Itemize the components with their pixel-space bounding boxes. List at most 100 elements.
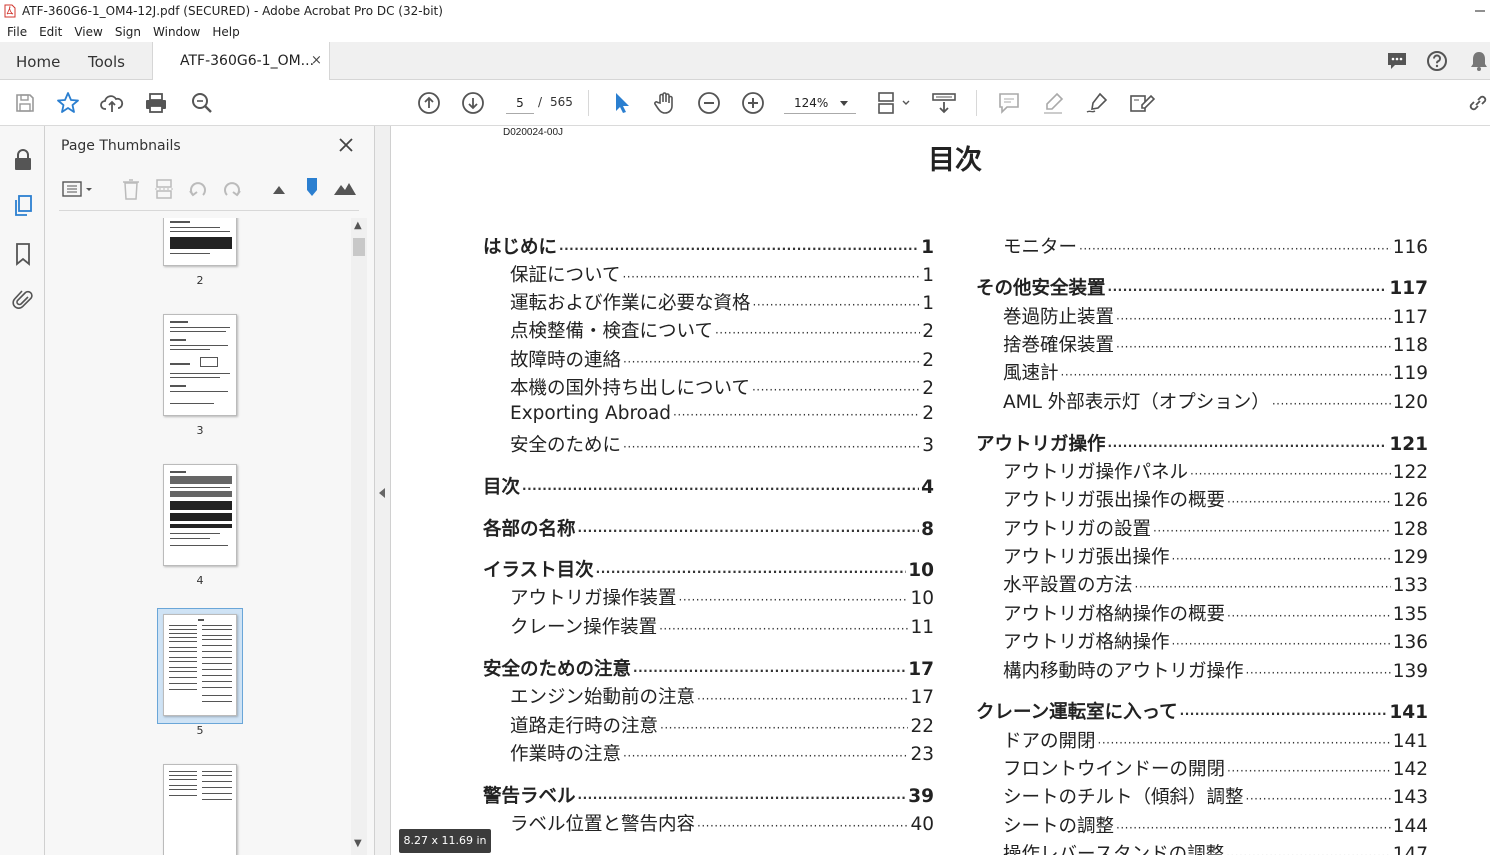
toc-entry[interactable]: 構内移動時のアウトリガ操作 139 — [1003, 657, 1428, 683]
menu-edit[interactable]: Edit — [32, 25, 67, 39]
toc-entry[interactable]: アウトリガ格納操作 136 — [1003, 628, 1428, 654]
toc-entry[interactable]: 作業時の注意 23 — [510, 740, 934, 766]
toc-entry[interactable]: はじめに 1 — [483, 233, 934, 259]
add-comment-icon[interactable] — [997, 91, 1021, 115]
thumbnail-large-icon[interactable] — [333, 179, 357, 197]
print-icon[interactable] — [144, 91, 168, 115]
toc-entry[interactable]: 捨巻確保装置 118 — [1003, 331, 1428, 357]
rotate-right-icon[interactable] — [221, 178, 243, 200]
close-icon[interactable] — [337, 136, 355, 154]
toc-entry[interactable]: ドアの開閉 141 — [1003, 727, 1428, 753]
tab-document-label: ATF-360G6-1_OM... — [180, 53, 315, 69]
toc-entry[interactable]: アウトリガ格納操作の概要 135 — [1003, 600, 1428, 626]
tab-tools[interactable]: Tools — [88, 53, 125, 71]
toc-entry[interactable]: 風速計 119 — [1003, 359, 1428, 385]
close-tab-icon[interactable]: × — [311, 53, 322, 68]
toc-entry[interactable]: 各部の名称 8 — [483, 515, 934, 541]
toc-entry[interactable]: アウトリガ操作パネル 122 — [1003, 458, 1428, 484]
toc-entry[interactable]: 点検整備・検査について 2 — [510, 317, 934, 343]
toc-entry[interactable]: Exporting Abroad 2 — [510, 403, 934, 424]
attachments-paperclip-icon[interactable] — [11, 288, 35, 312]
toc-entry[interactable]: AML 外部表示灯（オプション） 120 — [1003, 388, 1428, 414]
toc-entry[interactable]: クレーン運転室に入って 141 — [976, 698, 1428, 724]
toc-entry[interactable]: 安全のために 3 — [510, 431, 934, 457]
toc-entry[interactable]: 操作レバースタンドの調整 147 — [1003, 840, 1428, 855]
scrollbar-thumb[interactable] — [353, 238, 365, 256]
toc-entry[interactable]: その他安全装置 117 — [976, 274, 1428, 300]
toc-entry[interactable]: エンジン始動前の注意 17 — [510, 683, 934, 709]
thumbnail-page-3[interactable] — [163, 314, 237, 416]
options-menu-icon[interactable] — [61, 178, 95, 200]
thumbnail-size-slider-handle[interactable] — [304, 176, 320, 198]
link-icon[interactable] — [1466, 91, 1490, 115]
comment-icon[interactable] — [1386, 50, 1408, 72]
page-fit-icon[interactable] — [876, 91, 912, 115]
thumbnail-small-icon[interactable] — [271, 182, 287, 196]
toc-entry[interactable]: モニター 116 — [1003, 233, 1428, 259]
save-icon[interactable] — [13, 91, 37, 115]
next-page-icon[interactable] — [461, 91, 485, 115]
menu-window[interactable]: Window — [146, 25, 205, 39]
select-cursor-icon[interactable] — [609, 91, 633, 115]
scroll-up-icon[interactable]: ▲ — [354, 220, 362, 231]
scroll-down-icon[interactable]: ▼ — [354, 838, 362, 849]
delete-page-icon[interactable] — [121, 177, 141, 201]
toc-entry[interactable]: ラベル位置と警告内容 40 — [510, 810, 934, 836]
toc-entry[interactable]: クレーン操作装置 11 — [510, 613, 934, 639]
toc-entry[interactable]: 道路走行時の注意 22 — [510, 712, 934, 738]
toc-entry[interactable]: アウトリガ張出操作の概要 126 — [1003, 486, 1428, 512]
highlight-pen-icon[interactable] — [1041, 91, 1065, 115]
toc-entry[interactable]: イラスト目次 10 — [483, 556, 934, 582]
toc-entry[interactable]: 運転および作業に必要な資格 1 — [510, 289, 934, 315]
thumbnail-page-2[interactable] — [163, 218, 237, 266]
toc-entry[interactable]: 保証について 1 — [510, 261, 934, 287]
draw-sign-icon[interactable] — [1085, 91, 1109, 115]
toc-entry[interactable]: 故障時の連絡 2 — [510, 346, 934, 372]
scroll-mode-icon[interactable] — [930, 91, 958, 115]
document-view[interactable]: D020024-00J 目次 はじめに1保証について1運転および作業に必要な資格… — [392, 126, 1490, 855]
rotate-left-icon[interactable] — [187, 178, 209, 200]
notification-bell-icon[interactable] — [1468, 50, 1490, 72]
menu-file[interactable]: File — [0, 25, 32, 39]
extract-pages-icon[interactable] — [153, 177, 175, 201]
thumbnail-page-4[interactable] — [163, 464, 237, 566]
menu-sign[interactable]: Sign — [108, 25, 146, 39]
zoom-out-icon[interactable] — [697, 91, 721, 115]
bookmarks-icon[interactable] — [11, 242, 35, 266]
toc-entry[interactable]: 水平設置の方法 133 — [1003, 571, 1428, 597]
toc-entry[interactable]: 巻過防止装置 117 — [1003, 303, 1428, 329]
minimize-icon[interactable] — [1470, 0, 1490, 22]
thumbnail-page-5[interactable] — [163, 614, 237, 716]
zoom-level-dropdown[interactable]: 124% — [784, 92, 856, 114]
toc-entry[interactable]: アウトリガの設置 128 — [1003, 515, 1428, 541]
toc-entry[interactable]: アウトリガ操作 121 — [976, 430, 1428, 456]
toc-dot-leader — [660, 716, 908, 737]
toc-entry[interactable]: 安全のための注意 17 — [483, 655, 934, 681]
toc-entry[interactable]: 目次 4 — [483, 473, 934, 499]
zoom-search-icon[interactable] — [190, 91, 214, 115]
toc-entry[interactable]: アウトリガ張出操作 129 — [1003, 543, 1428, 569]
upload-cloud-icon[interactable] — [100, 91, 124, 115]
lock-icon[interactable] — [11, 148, 35, 172]
toc-entry[interactable]: フロントウインドーの開閉 142 — [1003, 755, 1428, 781]
tab-home[interactable]: Home — [16, 53, 60, 71]
thumbnail-scrollbar[interactable]: ▲ ▼ — [351, 218, 367, 855]
page-thumbnails-icon[interactable] — [11, 194, 35, 218]
zoom-in-icon[interactable] — [741, 91, 765, 115]
tab-document[interactable]: ATF-360G6-1_OM... × — [152, 42, 330, 81]
toc-entry[interactable]: シートの調整 144 — [1003, 812, 1428, 838]
toc-entry[interactable]: アウトリガ操作装置 10 — [510, 584, 934, 610]
bookmark-star-icon[interactable] — [56, 91, 80, 115]
toc-entry[interactable]: シートのチルト（傾斜）調整 143 — [1003, 783, 1428, 809]
help-icon[interactable] — [1426, 50, 1448, 72]
toc-entry[interactable]: 本機の国外持ち出しについて 2 — [510, 374, 934, 400]
panel-collapse-handle[interactable] — [375, 126, 391, 855]
previous-page-icon[interactable] — [417, 91, 441, 115]
menu-help[interactable]: Help — [205, 25, 244, 39]
page-number-input[interactable]: 5 — [506, 92, 534, 114]
thumbnail-page-6[interactable] — [163, 764, 237, 855]
stamp-edit-icon[interactable] — [1128, 91, 1156, 115]
menu-view[interactable]: View — [67, 25, 107, 39]
toc-entry[interactable]: 警告ラベル 39 — [483, 782, 934, 808]
hand-tool-icon[interactable] — [653, 91, 677, 115]
